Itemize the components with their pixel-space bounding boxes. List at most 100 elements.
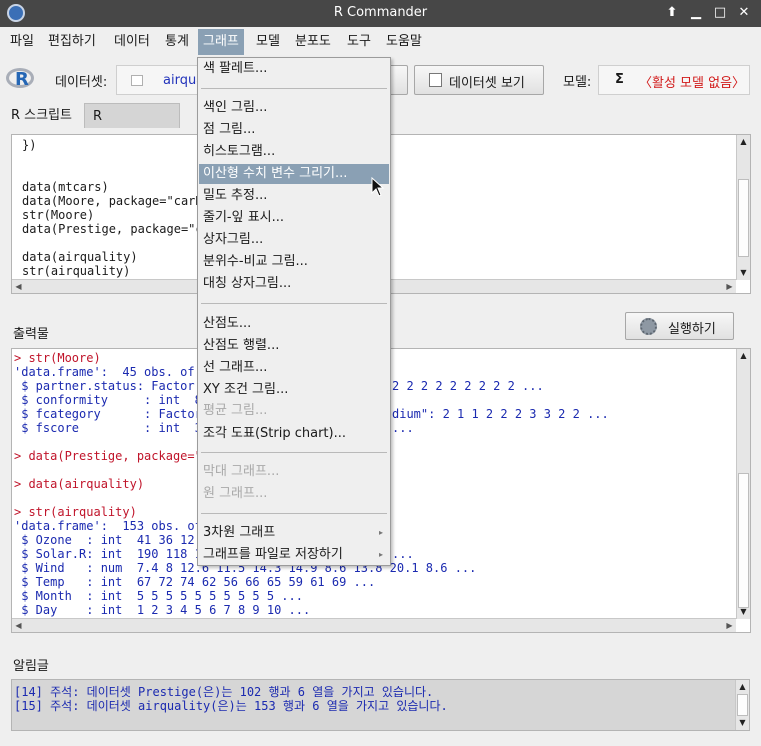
message-line: [15] 주석: 데이터셋 airquality(은)는 153 행과 6 열을… <box>14 699 448 713</box>
script-line: data(mtcars) <box>22 180 109 194</box>
graphs-menu-item: 평균 그림... <box>203 403 268 418</box>
scroll-left-icon[interactable]: ◀ <box>12 280 25 293</box>
output-line: $ Month : int 5 5 5 5 5 5 5 5 5 5 ... <box>14 589 303 603</box>
graphs-menu-item[interactable]: 산점도 행렬... <box>199 336 389 356</box>
graphs-menu-item[interactable]: 밀도 추정... <box>199 186 389 206</box>
menu-graphs[interactable]: 그래프 <box>198 29 244 55</box>
output-line-tail: ... <box>392 547 414 561</box>
model-label: 모델: <box>563 75 592 90</box>
menu-statistics[interactable]: 통계 <box>160 29 194 55</box>
scrollbar-thumb[interactable] <box>737 694 748 716</box>
graphs-menu-item[interactable]: 점 그림... <box>199 120 389 140</box>
title-bar: R Commander ⬆ ▁ □ ✕ <box>0 0 761 27</box>
message-line: [14] 주석: 데이터셋 Prestige(은)는 102 행과 6 열을 가… <box>14 685 434 699</box>
script-line: data(airquality) <box>22 250 138 264</box>
graphs-menu-item[interactable]: 조각 도표(Strip chart)... <box>199 424 389 444</box>
graphs-menu-item: 원 그래프... <box>203 486 268 501</box>
scroll-down-icon[interactable]: ▼ <box>737 266 750 279</box>
graphs-menu-item[interactable]: 3차원 그래프 ▸ <box>199 523 389 543</box>
script-line: data(Prestige, package="car <box>22 222 218 236</box>
script-line: data(Moore, package="carDat <box>22 194 218 208</box>
scroll-down-icon[interactable]: ▼ <box>736 716 749 729</box>
scrollbar-thumb[interactable] <box>738 179 749 257</box>
graphs-menu-item[interactable]: 줄기-잎 표시... <box>199 208 389 228</box>
output-line: 'data.frame': 153 obs. of <box>14 519 202 533</box>
r-logo-icon: R <box>6 66 36 92</box>
tab-r-script[interactable]: R 스크립트 <box>3 103 81 128</box>
scroll-up-icon[interactable]: ▲ <box>737 135 750 148</box>
magnifier-icon <box>429 73 442 87</box>
script-line: str(airquality) <box>22 264 131 278</box>
graphs-dropdown-menu: 색 팔레트... 색인 그림... 점 그림... 히스토그램... 이산형 수치 변수… <box>197 57 391 566</box>
scroll-right-icon[interactable]: ▶ <box>723 619 736 632</box>
menu-separator <box>201 303 387 304</box>
script-line: str(Moore) <box>22 208 95 222</box>
maximize-button[interactable]: □ <box>711 4 729 22</box>
graphs-menu-item[interactable]: 색인 그림... <box>199 98 389 118</box>
graphs-menu-item[interactable]: 대칭 상자그림... <box>199 274 389 294</box>
model-value: 〈활성 모델 없음〉 <box>639 76 746 91</box>
menu-models[interactable]: 모델 <box>251 29 285 55</box>
graphs-menu-item[interactable]: 산점도... <box>199 314 389 334</box>
graphs-menu-item[interactable]: 색 팔레트... <box>199 59 389 79</box>
graphs-menu-item[interactable]: 히스토그램... <box>199 142 389 162</box>
messages-vertical-scrollbar[interactable]: ▲ ▼ <box>735 680 749 730</box>
model-selector[interactable]: Σ 〈활성 모델 없음〉 <box>598 65 750 95</box>
run-button-label: 실행하기 <box>668 322 716 337</box>
dataset-selector[interactable]: airqua <box>116 65 206 95</box>
graphs-menu-item[interactable]: 선 그래프... <box>199 358 389 378</box>
scrollbar-thumb[interactable] <box>738 473 749 608</box>
minimize-button[interactable]: ▁ <box>687 4 705 22</box>
graphs-menu-item[interactable]: XY 조건 그림... <box>199 380 389 400</box>
scroll-up-icon[interactable]: ▲ <box>736 680 749 693</box>
view-dataset-button[interactable]: 데이터셋 보기 <box>414 65 544 95</box>
output-line: > str(airquality) <box>14 505 137 519</box>
menu-separator <box>201 88 387 89</box>
output-line: $ Day : int 1 2 3 4 5 6 7 8 9 10 ... <box>14 603 311 617</box>
scroll-left-icon[interactable]: ◀ <box>12 619 25 632</box>
output-line: $ Temp : int 67 72 74 62 56 66 65 59 61 … <box>14 575 376 589</box>
messages-pane[interactable]: [14] 주석: 데이터셋 Prestige(은)는 102 행과 6 열을 가… <box>11 679 750 731</box>
output-line: $ fscore : int 37 <box>14 421 210 435</box>
menu-separator <box>201 513 387 514</box>
move-up-icon[interactable]: ⬆ <box>663 4 681 22</box>
output-vertical-scrollbar[interactable]: ▲ ▼ <box>736 349 750 619</box>
gear-icon <box>640 318 657 335</box>
scroll-up-icon[interactable]: ▲ <box>737 349 750 362</box>
sigma-icon: Σ <box>615 72 624 87</box>
menu-data[interactable]: 데이터 <box>109 29 155 55</box>
output-horizontal-scrollbar[interactable]: ◀ ▶ <box>12 618 736 632</box>
window-title: R Commander <box>333 5 428 20</box>
menu-help[interactable]: 도움말 <box>381 29 427 55</box>
menu-tools[interactable]: 도구 <box>342 29 376 55</box>
graphs-menu-item[interactable]: 그래프를 파일로 저장하기 ▸ <box>199 545 389 565</box>
view-dataset-label: 데이터셋 보기 <box>449 76 525 91</box>
mouse-pointer-icon <box>371 177 385 197</box>
script-vertical-scrollbar[interactable]: ▲ ▼ <box>736 135 750 280</box>
menu-bar: 파일 편집하기 데이터 통계 그래프 모델 분포도 도구 도움말 <box>0 27 761 57</box>
output-line: > data(airquality) <box>14 477 145 491</box>
menu-separator <box>201 452 387 453</box>
run-button[interactable]: 실행하기 <box>625 312 734 340</box>
output-line: $ Solar.R: int 190 118 14 <box>14 547 210 561</box>
close-button[interactable]: ✕ <box>735 4 753 22</box>
output-line: 'data.frame': 45 obs. of <box>14 365 195 379</box>
output-line-tail: 2 2 2 2 2 2 2 2 2 ... <box>392 379 544 393</box>
output-line: $ conformity : int 8 <box>14 393 202 407</box>
script-line: }) <box>22 138 37 152</box>
submenu-arrow-icon: ▸ <box>378 550 383 559</box>
output-line-tail: dium": 2 1 1 2 2 2 3 3 2 2 ... <box>392 407 609 421</box>
output-line-tail: ... <box>392 421 414 435</box>
tab-r-markdown[interactable]: R Markdown <box>84 103 180 149</box>
graphs-menu-item[interactable]: 이산형 수치 변수 그리기... <box>199 164 389 184</box>
menu-edit[interactable]: 편집하기 <box>43 29 101 55</box>
output-line: > str(Moore) <box>14 351 101 365</box>
menu-distributions[interactable]: 분포도 <box>290 29 336 55</box>
dataset-label: 데이터셋: <box>55 75 108 90</box>
output-label: 출력물 <box>13 327 49 342</box>
menu-file[interactable]: 파일 <box>5 29 39 55</box>
graphs-menu-item[interactable]: 분위수-비교 그림... <box>199 252 389 272</box>
scroll-down-icon[interactable]: ▼ <box>737 605 750 618</box>
graphs-menu-item[interactable]: 상자그림... <box>199 230 389 250</box>
scroll-right-icon[interactable]: ▶ <box>723 280 736 293</box>
